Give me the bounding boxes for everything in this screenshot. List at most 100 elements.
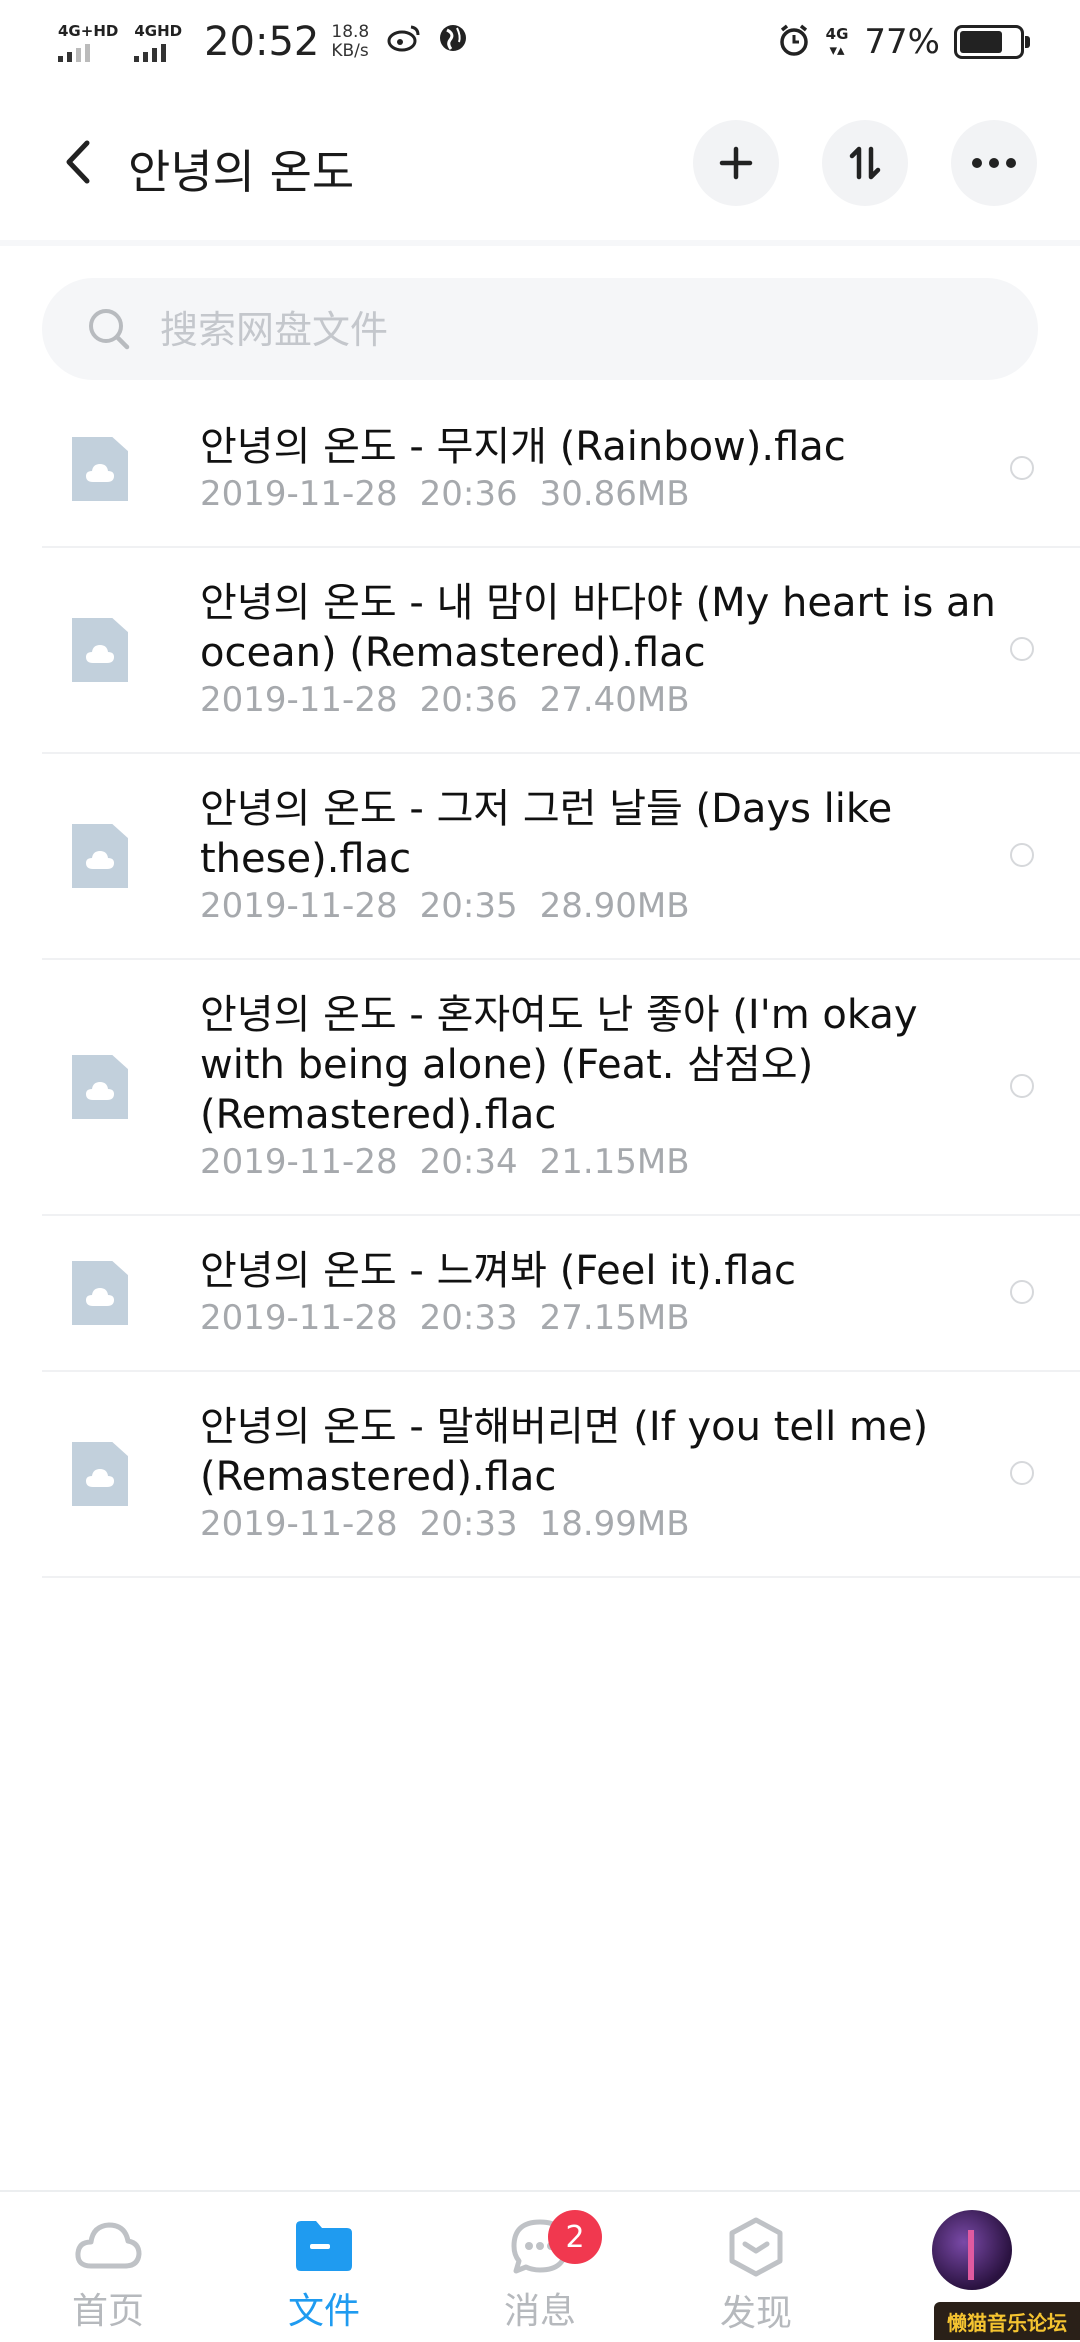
network-type-1: 4G+HD <box>58 21 119 40</box>
network-4g-label: 4G <box>825 25 849 43</box>
tab-discover[interactable]: 发现 <box>686 2216 826 2336</box>
file-icon <box>72 1442 128 1506</box>
file-meta: 2019-11-28 20:35 28.90MB <box>200 884 1010 928</box>
tab-messages-label: 消息 <box>503 2291 576 2332</box>
battery-percent: 77% <box>864 22 940 62</box>
list-item[interactable]: 안녕의 온도 - 혼자여도 난 좋아 (I'm okay with being … <box>42 960 1080 1216</box>
file-size: 27.40MB <box>539 680 690 720</box>
file-text: 안녕의 온도 - 무지개 (Rainbow).flac 2019-11-28 20:… <box>200 422 1080 516</box>
file-meta: 2019-11-28 20:34 21.15MB <box>200 1140 1010 1184</box>
tab-files[interactable]: 文件 <box>254 2216 394 2334</box>
file-name: 안녕의 온도 - 혼자여도 난 좋아 (I'm okay with being … <box>200 992 918 1138</box>
select-radio[interactable] <box>1010 843 1034 867</box>
file-text: 안녕의 온도 - 그저 그런 날들 (Days like these).flac… <box>200 784 1080 928</box>
header-divider <box>0 240 1080 246</box>
network-type-3: 4G ▾▴ <box>825 25 849 59</box>
cloud-icon <box>86 851 114 869</box>
list-item[interactable]: 안녕의 온도 - 느껴봐 (Feel it).flac 2019-11-28 20:… <box>42 1216 1080 1372</box>
tab-discover-label: 发现 <box>719 2293 792 2334</box>
file-date: 2019-11-28 <box>200 680 398 720</box>
battery-icon <box>954 25 1030 59</box>
file-time: 20:33 <box>419 1504 518 1544</box>
list-item[interactable]: 안녕의 온도 - 그저 그런 날들 (Days like these).flac… <box>42 754 1080 960</box>
avatar[interactable] <box>932 2210 1012 2290</box>
file-time: 20:36 <box>419 680 518 720</box>
file-text: 안녕의 온도 - 내 맘이 바다야 (My heart is an ocean)… <box>200 578 1080 722</box>
top-app-bar: 안녕의 온도 <box>0 110 1080 220</box>
select-radio[interactable] <box>1010 456 1034 480</box>
page-title: 안녕의 온도 <box>128 145 355 199</box>
bottom-tab-bar: 首页 文件 消息 2 发现 <box>0 2190 1080 2342</box>
more-icon <box>972 158 1016 168</box>
list-item[interactable]: 안녕의 온도 - 내 맘이 바다야 (My heart is an ocean)… <box>42 548 1080 754</box>
file-size: 30.86MB <box>539 474 690 514</box>
status-right: 4G ▾▴ 77% <box>776 14 1030 70</box>
globe-icon <box>437 22 469 62</box>
cloud-icon <box>86 645 114 663</box>
status-left: 4G+HD 4GHD 20:52 18.8 KB/s <box>58 14 485 70</box>
file-text: 안녕의 온도 - 느껴봐 (Feel it).flac 2019-11-28 20:… <box>200 1246 1080 1340</box>
file-date: 2019-11-28 <box>200 1504 398 1544</box>
file-size: 27.15MB <box>539 1298 690 1338</box>
back-button[interactable] <box>48 132 108 192</box>
speed-unit: KB/s <box>331 41 369 61</box>
file-text: 안녕의 온도 - 말해버리면 (If you tell me) (Remaste… <box>200 1402 1080 1546</box>
file-size: 18.99MB <box>539 1504 690 1544</box>
folder-icon <box>296 2221 352 2271</box>
clock: 20:52 <box>204 19 320 65</box>
tab-files-label: 文件 <box>287 2291 360 2332</box>
file-time: 20:33 <box>419 1298 518 1338</box>
add-button[interactable] <box>693 120 779 206</box>
file-name: 안녕의 온도 - 그저 그런 날들 (Days like these).flac <box>200 786 893 882</box>
signal-bars-1-icon <box>58 42 90 62</box>
file-name: 안녕의 온도 - 내 맘이 바다야 (My heart is an ocean)… <box>200 580 996 676</box>
file-meta: 2019-11-28 20:36 30.86MB <box>200 472 1010 516</box>
select-radio[interactable] <box>1010 637 1034 661</box>
unread-badge: 2 <box>548 2210 602 2264</box>
select-radio[interactable] <box>1010 1074 1034 1098</box>
file-icon <box>72 618 128 682</box>
file-icon <box>72 1055 128 1119</box>
alarm-icon <box>776 22 812 62</box>
file-name: 안녕의 온도 - 말해버리면 (If you tell me) (Remaste… <box>200 1404 929 1500</box>
file-icon <box>72 1261 128 1325</box>
file-date: 2019-11-28 <box>200 886 398 926</box>
list-item[interactable]: 안녕의 온도 - 말해버리면 (If you tell me) (Remaste… <box>42 1372 1080 1578</box>
search-input[interactable] <box>158 298 982 362</box>
more-button[interactable] <box>951 120 1037 206</box>
cloud-icon <box>86 464 114 482</box>
file-time: 20:36 <box>419 474 518 514</box>
network-speed: 18.8 KB/s <box>331 23 369 61</box>
file-time: 20:34 <box>419 1142 518 1182</box>
speed-value: 18.8 <box>331 22 370 42</box>
file-icon <box>72 824 128 888</box>
tab-home-label: 首页 <box>71 2291 144 2332</box>
tab-home[interactable]: 首页 <box>38 2216 178 2334</box>
file-text: 안녕의 온도 - 혼자여도 난 좋아 (I'm okay with being … <box>200 990 1080 1184</box>
cloud-icon <box>75 2222 142 2269</box>
cloud-icon <box>86 1469 114 1487</box>
signal-2: 4GHD <box>134 23 182 62</box>
weibo-icon <box>387 23 421 61</box>
file-name: 안녕의 온도 - 무지개 (Rainbow).flac <box>200 424 846 470</box>
battery-fill <box>960 31 1002 53</box>
discover-icon <box>729 2217 783 2277</box>
tab-messages[interactable]: 消息 2 <box>470 2210 610 2334</box>
file-date: 2019-11-28 <box>200 1142 398 1182</box>
list-item[interactable]: 안녕의 온도 - 무지개 (Rainbow).flac 2019-11-28 20:… <box>42 392 1080 548</box>
signal-1: 4G+HD <box>58 23 118 62</box>
sort-icon <box>849 146 881 180</box>
file-name: 안녕의 온도 - 느껴봐 (Feel it).flac <box>200 1248 796 1294</box>
back-arrow-icon <box>66 140 90 184</box>
file-size: 21.15MB <box>539 1142 690 1182</box>
sort-button[interactable] <box>822 120 908 206</box>
select-radio[interactable] <box>1010 1280 1034 1304</box>
cloud-icon <box>86 1288 114 1306</box>
file-time: 20:35 <box>419 886 518 926</box>
file-meta: 2019-11-28 20:36 27.40MB <box>200 678 1010 722</box>
forum-watermark: 懒猫音乐论坛 <box>934 2302 1080 2340</box>
select-radio[interactable] <box>1010 1461 1034 1485</box>
file-size: 28.90MB <box>539 886 690 926</box>
network-type-2: 4GHD <box>134 21 183 40</box>
search-bar[interactable] <box>42 278 1038 380</box>
